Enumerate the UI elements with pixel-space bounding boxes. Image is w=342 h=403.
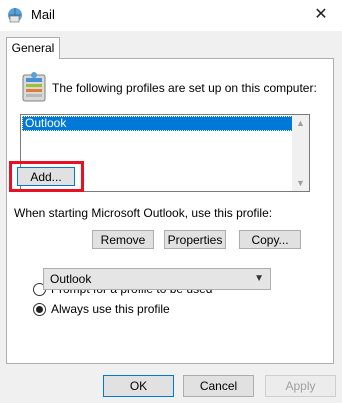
window-title: Mail: [31, 7, 55, 22]
copy-button[interactable]: Copy...: [239, 230, 301, 249]
scroll-down-icon[interactable]: ▼: [292, 175, 309, 191]
ok-button[interactable]: OK: [103, 375, 174, 397]
close-button[interactable]: ✕: [306, 3, 336, 27]
radio-always-label: Always use this profile: [51, 302, 170, 316]
cancel-button[interactable]: Cancel: [183, 375, 254, 397]
chevron-down-icon: ▼: [254, 273, 264, 284]
apply-button[interactable]: Apply: [265, 375, 336, 397]
profiles-description: The following profiles are set up on thi…: [52, 81, 317, 95]
add-button[interactable]: Add...: [17, 167, 75, 186]
mail-profiles-icon: [22, 72, 46, 102]
list-scrollbar[interactable]: ▲ ▼: [292, 115, 309, 191]
profile-select[interactable]: Outlook ▼: [43, 268, 271, 290]
mail-icon: [8, 8, 22, 23]
remove-button[interactable]: Remove: [92, 230, 154, 249]
close-icon: ✕: [314, 6, 328, 23]
title-bar: Mail ✕: [0, 0, 342, 31]
profile-select-value: Outlook: [50, 272, 92, 286]
list-item[interactable]: Outlook: [22, 116, 293, 131]
scroll-up-icon[interactable]: ▲: [292, 115, 309, 131]
radio-always-use-profile[interactable]: [33, 303, 46, 316]
tab-general[interactable]: General: [6, 37, 60, 59]
properties-button[interactable]: Properties: [164, 230, 226, 249]
startup-label: When starting Microsoft Outlook, use thi…: [14, 206, 273, 220]
